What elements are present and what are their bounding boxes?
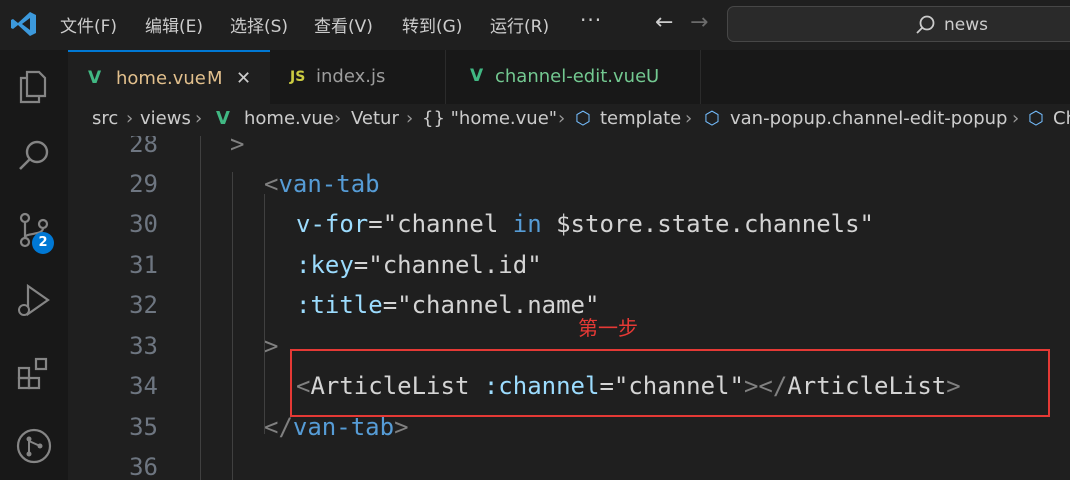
indent-guide (200, 136, 201, 480)
breadcrumb-module[interactable]: {} "home.vue" (422, 108, 557, 129)
breadcrumb-vetur[interactable]: Vetur (351, 108, 399, 129)
breadcrumb-template[interactable]: template (600, 108, 681, 129)
cube-icon: ⬡ (575, 108, 591, 129)
vue-icon: V (216, 108, 230, 129)
line-number: 33 (129, 332, 158, 360)
code-line-31: :key="channel.id" (296, 251, 542, 279)
breadcrumb-views[interactable]: views (140, 108, 191, 129)
vue-icon: V (88, 68, 102, 88)
menu-view[interactable]: 查看(V) (314, 12, 373, 37)
git-graph-icon[interactable] (14, 426, 54, 466)
line-number: 29 (129, 170, 158, 198)
chevron-right-icon: › (685, 108, 693, 129)
annotation-highlight-box (290, 349, 1050, 417)
line-number: 32 (129, 291, 158, 319)
js-icon: JS (290, 69, 306, 85)
menu-selection[interactable]: 选择(S) (230, 12, 288, 37)
indent-guide (264, 194, 265, 434)
run-debug-icon[interactable] (14, 280, 54, 320)
menu-more-button[interactable]: ··· (580, 8, 602, 32)
breadcrumb-src[interactable]: src (92, 108, 118, 129)
breadcrumb-truncated[interactable]: Ch (1053, 108, 1070, 129)
line-number: 28 (129, 136, 158, 158)
extensions-icon[interactable] (14, 354, 54, 394)
tab-label: home.vue (116, 68, 206, 89)
menu-file[interactable]: 文件(F) (60, 12, 117, 37)
chevron-right-icon: › (334, 108, 342, 129)
line-number: 34 (129, 372, 158, 400)
title-bar: 文件(F) 编辑(E) 选择(S) 查看(V) 转到(G) 运行(R) ··· … (0, 0, 1070, 50)
untracked-indicator: U (646, 66, 660, 87)
code-line-29: <van-tab (264, 170, 380, 198)
menu-edit[interactable]: 编辑(E) (145, 12, 203, 37)
vscode-logo-icon (11, 12, 36, 36)
line-number: 31 (129, 251, 158, 279)
code-line-28: > (230, 136, 245, 158)
code-line-30: v-for="channel in $store.state.channels" (296, 210, 874, 238)
menu-go[interactable]: 转到(G) (402, 12, 462, 37)
code-line-33: > (264, 332, 279, 360)
cube-icon: ⬡ (704, 108, 720, 129)
close-icon[interactable]: ✕ (236, 68, 251, 89)
search-value: news (944, 15, 988, 35)
scm-badge: 2 (32, 232, 54, 254)
line-number: 30 (129, 210, 158, 238)
tab-index-js[interactable]: JS index.js (270, 50, 446, 104)
menu-run[interactable]: 运行(R) (490, 12, 549, 37)
forward-arrow-icon[interactable]: → (690, 10, 708, 35)
explorer-icon[interactable] (14, 66, 54, 106)
chevron-right-icon: › (126, 108, 134, 129)
tab-label: index.js (316, 66, 386, 87)
chevron-right-icon: › (406, 108, 414, 129)
breadcrumb: src › views › V home.vue › Vetur › {} "h… (68, 104, 1070, 136)
activity-bar: 2 (0, 50, 68, 480)
breadcrumb-van-popup[interactable]: van-popup.channel-edit-popup (730, 108, 1007, 129)
search-sidebar-icon[interactable] (14, 136, 54, 176)
modified-indicator: M (207, 68, 223, 89)
back-arrow-icon[interactable]: ← (655, 10, 673, 35)
code-line-35: </van-tab> (264, 413, 409, 441)
annotation-label: 第一步 (578, 316, 638, 340)
line-number: 35 (129, 413, 158, 441)
search-icon (916, 15, 935, 34)
vue-icon: V (470, 66, 484, 86)
command-center-search[interactable]: news (727, 6, 1070, 42)
chevron-right-icon: › (195, 108, 203, 129)
line-number: 36 (129, 453, 158, 480)
code-editor[interactable]: 28 29 30 31 32 33 34 35 36 > <van-tab v-… (68, 136, 1070, 480)
code-line-32: :title="channel.name" (296, 291, 600, 319)
chevron-right-icon: › (1012, 108, 1020, 129)
tab-channel-edit-vue[interactable]: V channel-edit.vue U (446, 50, 701, 104)
breadcrumb-home-vue[interactable]: home.vue (244, 108, 334, 129)
chevron-right-icon: › (558, 108, 566, 129)
tab-home-vue[interactable]: V home.vue M ✕ (68, 50, 270, 104)
editor-tabs: V home.vue M ✕ JS index.js V channel-edi… (68, 50, 1070, 104)
cube-icon: ⬡ (1028, 108, 1044, 129)
indent-guide (232, 172, 233, 480)
tab-label: channel-edit.vue (495, 66, 647, 87)
